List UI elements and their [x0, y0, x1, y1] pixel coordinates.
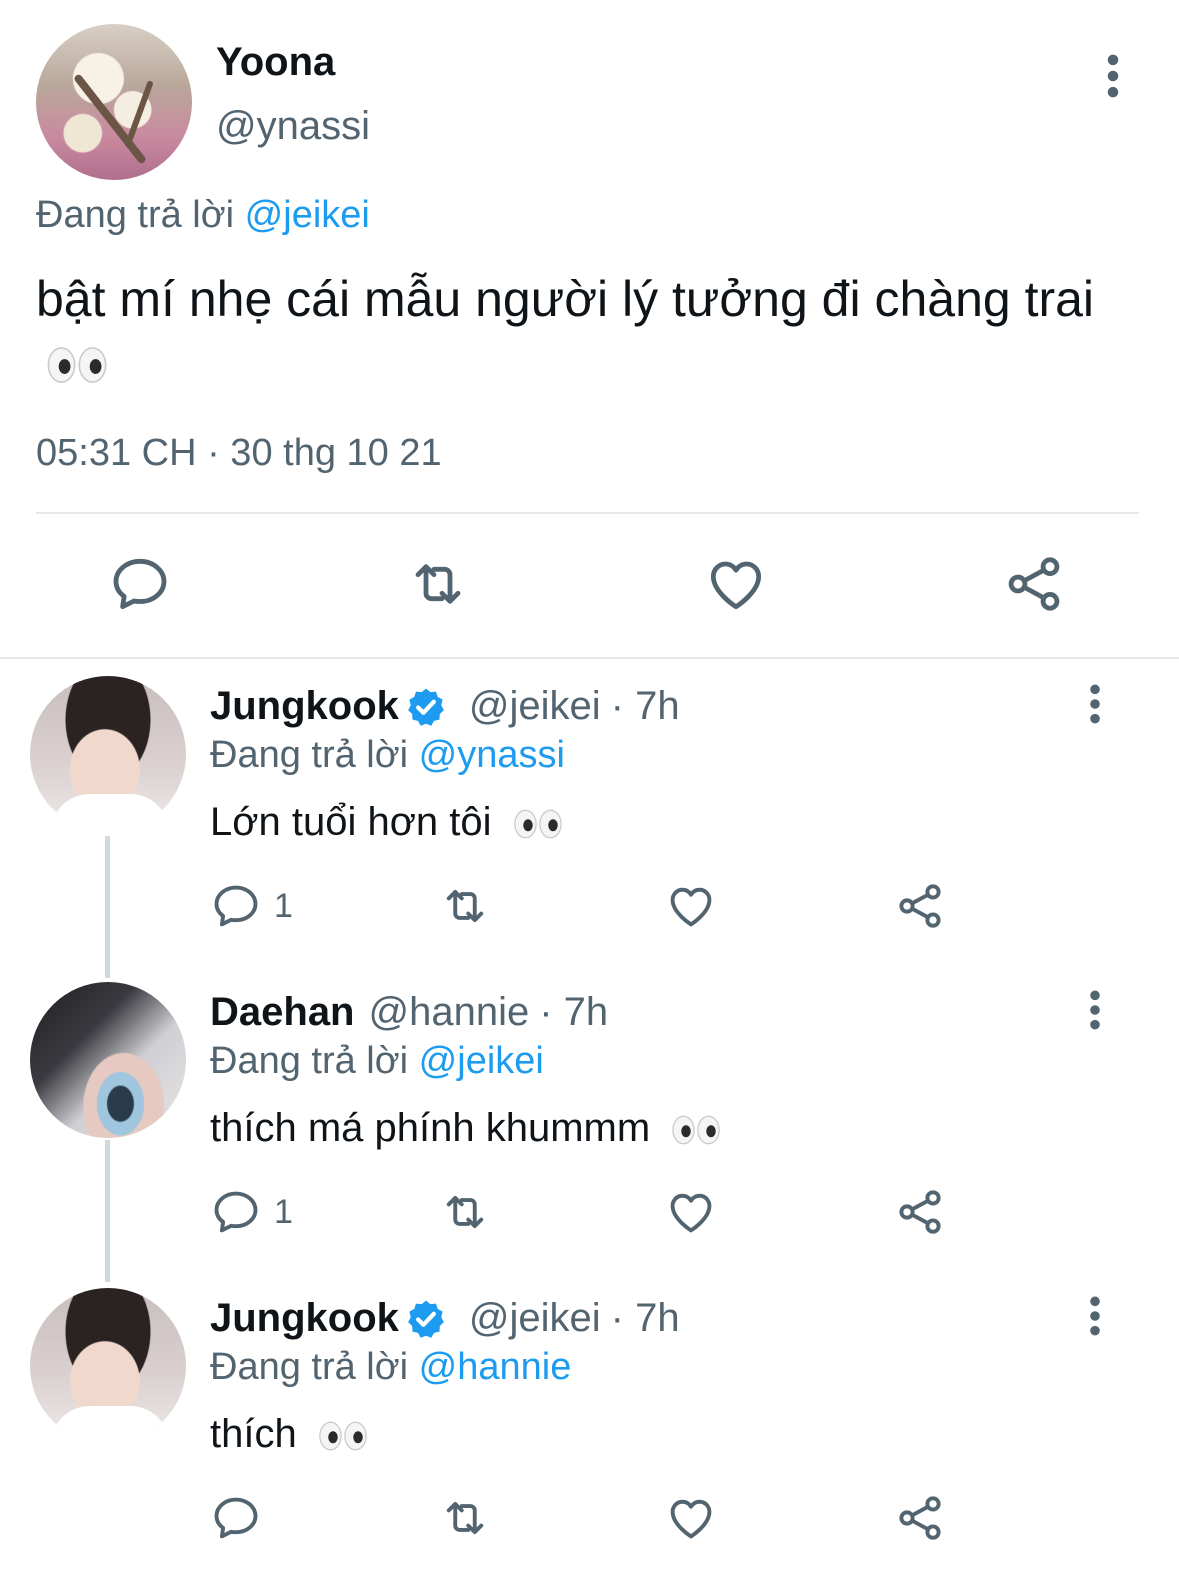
more-options-icon[interactable]	[1080, 1296, 1110, 1336]
reply-tweet[interactable]: Daehan @hannie · 7h Đang trả lời @jeikei…	[0, 982, 1179, 1272]
reply-button[interactable]: 1	[210, 880, 293, 932]
like-button[interactable]	[704, 552, 768, 616]
eyes-emoji-icon	[671, 1112, 721, 1148]
replying-to: Đang trả lời @ynassi	[210, 734, 565, 777]
share-icon	[1002, 552, 1066, 616]
display-name[interactable]: Daehan	[210, 990, 355, 1035]
more-options-icon[interactable]	[1080, 684, 1110, 724]
retweet-button[interactable]	[436, 1492, 494, 1544]
reply-text: thích	[210, 1412, 368, 1457]
replying-to-label: Đang trả lời	[36, 194, 235, 236]
retweet-icon	[436, 880, 494, 932]
relative-time[interactable]: · 7h	[611, 684, 680, 729]
share-icon	[894, 880, 946, 932]
main-tweet: Yoona @ynassi Đang trả lời @jeikei bật m…	[0, 0, 1179, 658]
share-button[interactable]	[1002, 552, 1066, 616]
reply-mention-link[interactable]: @jeikei	[419, 1040, 544, 1082]
retweet-icon	[404, 552, 472, 616]
reply-text: Lớn tuổi hơn tôi	[210, 800, 563, 845]
eyes-emoji-icon	[46, 343, 108, 387]
reply-header: Jungkook @jeikei · 7h	[210, 684, 680, 729]
more-options-icon[interactable]	[1080, 990, 1110, 1030]
reply-icon	[210, 1186, 262, 1238]
share-button[interactable]	[894, 1492, 946, 1544]
replying-to: Đang trả lời @hannie	[210, 1346, 571, 1389]
like-button[interactable]	[664, 880, 718, 932]
verified-badge-icon	[405, 1298, 447, 1340]
like-icon	[664, 1186, 718, 1238]
retweet-button[interactable]	[436, 880, 494, 932]
user-handle[interactable]: @ynassi	[216, 104, 370, 149]
share-button[interactable]	[894, 880, 946, 932]
eyes-emoji-icon	[513, 806, 563, 842]
reply-text: thích má phính khummm	[210, 1106, 721, 1151]
like-icon	[664, 880, 718, 932]
like-button[interactable]	[664, 1186, 718, 1238]
eyes-emoji-icon	[318, 1418, 368, 1454]
relative-time[interactable]: · 7h	[611, 1296, 680, 1341]
avatar[interactable]	[30, 676, 186, 832]
divider	[36, 512, 1139, 514]
reply-mention-link[interactable]: @ynassi	[419, 734, 565, 776]
retweet-icon	[436, 1186, 494, 1238]
reply-button[interactable]	[210, 1492, 274, 1544]
avatar[interactable]	[30, 982, 186, 1138]
tweet-text-content: bật mí nhẹ cái mẫu người lý tưởng đi chà…	[36, 271, 1095, 327]
reply-text-content: thích má phính khummm	[210, 1106, 651, 1150]
like-icon	[704, 552, 768, 616]
reply-header: Jungkook @jeikei · 7h	[210, 1296, 680, 1341]
reply-tweet[interactable]: Jungkook @jeikei · 7h Đang trả lời @ynas…	[0, 676, 1179, 966]
display-name[interactable]: Jungkook	[210, 684, 399, 729]
replying-to-label: Đang trả lời	[210, 1346, 409, 1388]
reply-icon	[210, 880, 262, 932]
replying-to-label: Đang trả lời	[210, 734, 409, 776]
reply-text-content: Lớn tuổi hơn tôi	[210, 800, 492, 844]
reply-count: 1	[274, 1192, 293, 1231]
reply-mention-link[interactable]: @hannie	[419, 1346, 572, 1388]
replying-to-label: Đang trả lời	[210, 1040, 409, 1082]
user-handle[interactable]: @jeikei	[469, 1296, 601, 1341]
section-divider	[0, 657, 1179, 659]
reply-text-content: thích	[210, 1412, 297, 1456]
tweet-timestamp[interactable]: 05:31 CH · 30 thg 10 21	[36, 432, 442, 475]
reply-icon	[210, 1492, 262, 1544]
reply-header: Daehan @hannie · 7h	[210, 990, 608, 1035]
verified-badge-icon	[405, 686, 447, 728]
replying-to: Đang trả lời @jeikei	[36, 194, 370, 237]
reply-icon	[108, 552, 172, 616]
retweet-icon	[436, 1492, 494, 1544]
retweet-button[interactable]	[436, 1186, 494, 1238]
like-icon	[664, 1492, 718, 1544]
replying-to: Đang trả lời @jeikei	[210, 1040, 544, 1083]
user-handle[interactable]: @hannie	[369, 990, 530, 1035]
like-button[interactable]	[664, 1492, 718, 1544]
share-button[interactable]	[894, 1186, 946, 1238]
share-icon	[894, 1492, 946, 1544]
avatar[interactable]	[36, 24, 192, 180]
display-name[interactable]: Yoona	[216, 40, 335, 85]
relative-time[interactable]: · 7h	[539, 990, 608, 1035]
user-handle[interactable]: @jeikei	[469, 684, 601, 729]
more-options-icon[interactable]	[1096, 54, 1130, 98]
retweet-button[interactable]	[404, 552, 472, 616]
display-name[interactable]: Jungkook	[210, 1296, 399, 1341]
reply-count: 1	[274, 886, 293, 925]
reply-button[interactable]	[108, 552, 172, 616]
tweet-text: bật mí nhẹ cái mẫu người lý tưởng đi chà…	[36, 268, 1136, 392]
reply-button[interactable]: 1	[210, 1186, 293, 1238]
reply-tweet[interactable]: Jungkook @jeikei · 7h Đang trả lời @hann…	[0, 1288, 1179, 1572]
avatar[interactable]	[30, 1288, 186, 1444]
reply-mention-link[interactable]: @jeikei	[245, 194, 370, 236]
share-icon	[894, 1186, 946, 1238]
